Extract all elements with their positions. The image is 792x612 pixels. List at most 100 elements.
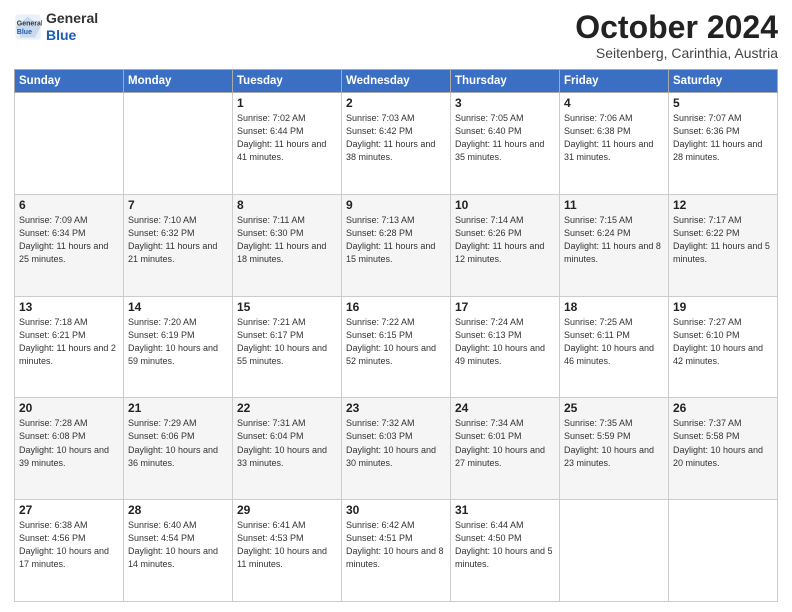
- day-cell: 30Sunrise: 6:42 AM Sunset: 4:51 PM Dayli…: [342, 500, 451, 602]
- day-number: 7: [128, 198, 228, 212]
- svg-text:Blue: Blue: [17, 29, 32, 36]
- logo-icon: General Blue: [14, 13, 42, 41]
- day-cell: 16 Sunrise: 7:22 AM Sunset: 6:15 PM Dayli…: [342, 296, 451, 398]
- day-number: 19: [673, 300, 773, 314]
- day-number: 24: [455, 401, 555, 415]
- calendar-body: 1 Sunrise: 7:02 AM Sunset: 6:44 PM Daylig…: [15, 93, 778, 602]
- col-header-sunday: Sunday: [15, 70, 124, 93]
- day-info: Sunrise: 7:24 AM Sunset: 6:13 PM Dayligh…: [455, 316, 555, 368]
- day-info: Sunrise: 7:10 AM Sunset: 6:32 PM Dayligh…: [128, 214, 228, 266]
- day-cell: 19 Sunrise: 7:27 AM Sunset: 6:10 PM Dayli…: [669, 296, 778, 398]
- day-cell: 12 Sunrise: 7:17 AM Sunset: 6:22 PM Dayli…: [669, 194, 778, 296]
- day-info: Sunrise: 7:27 AM Sunset: 6:10 PM Dayligh…: [673, 316, 773, 368]
- day-info: Sunrise: 7:17 AM Sunset: 6:22 PM Dayligh…: [673, 214, 773, 266]
- day-cell: 20 Sunrise: 7:28 AM Sunset: 6:08 PM Dayli…: [15, 398, 124, 500]
- col-header-wednesday: Wednesday: [342, 70, 451, 93]
- calendar-header: SundayMondayTuesdayWednesdayThursdayFrid…: [15, 70, 778, 93]
- col-header-friday: Friday: [560, 70, 669, 93]
- day-number: 31: [455, 503, 555, 517]
- title-block: October 2024 Seitenberg, Carinthia, Aust…: [575, 10, 778, 61]
- day-number: 22: [237, 401, 337, 415]
- day-info: Sunrise: 7:25 AM Sunset: 6:11 PM Dayligh…: [564, 316, 664, 368]
- location-subtitle: Seitenberg, Carinthia, Austria: [575, 45, 778, 61]
- day-cell: 31 Sunrise: 6:44 AM Sunset: 4:50 PM Dayli…: [451, 500, 560, 602]
- day-number: 20: [19, 401, 119, 415]
- day-cell: 4 Sunrise: 7:06 AM Sunset: 6:38 PM Daylig…: [560, 93, 669, 195]
- day-info: Sunrise: 7:22 AM Sunset: 6:15 PM Dayligh…: [346, 316, 446, 368]
- day-info: Sunrise: 7:13 AM Sunset: 6:28 PM Dayligh…: [346, 214, 446, 266]
- logo: General Blue General Blue: [14, 10, 98, 44]
- day-cell: 21Sunrise: 7:29 AM Sunset: 6:06 PM Dayli…: [124, 398, 233, 500]
- day-number: 10: [455, 198, 555, 212]
- day-info: Sunrise: 7:31 AM Sunset: 6:04 PM Dayligh…: [237, 417, 337, 469]
- day-number: 23: [346, 401, 446, 415]
- calendar-table: SundayMondayTuesdayWednesdayThursdayFrid…: [14, 69, 778, 602]
- day-cell: 10Sunrise: 7:14 AM Sunset: 6:26 PM Dayli…: [451, 194, 560, 296]
- day-number: 1: [237, 96, 337, 110]
- day-cell: 3Sunrise: 7:05 AM Sunset: 6:40 PM Daylig…: [451, 93, 560, 195]
- logo-line2: Blue: [46, 27, 98, 44]
- day-info: Sunrise: 7:34 AM Sunset: 6:01 PM Dayligh…: [455, 417, 555, 469]
- week-row-4: 20 Sunrise: 7:28 AM Sunset: 6:08 PM Dayli…: [15, 398, 778, 500]
- day-cell: 27 Sunrise: 6:38 AM Sunset: 4:56 PM Dayli…: [15, 500, 124, 602]
- day-info: Sunrise: 6:42 AM Sunset: 4:51 PM Dayligh…: [346, 519, 446, 571]
- col-header-monday: Monday: [124, 70, 233, 93]
- day-info: Sunrise: 7:32 AM Sunset: 6:03 PM Dayligh…: [346, 417, 446, 469]
- day-number: 17: [455, 300, 555, 314]
- day-number: 4: [564, 96, 664, 110]
- day-cell: 14 Sunrise: 7:20 AM Sunset: 6:19 PM Dayli…: [124, 296, 233, 398]
- day-cell: 13Sunrise: 7:18 AM Sunset: 6:21 PM Dayli…: [15, 296, 124, 398]
- day-cell: 18 Sunrise: 7:25 AM Sunset: 6:11 PM Dayli…: [560, 296, 669, 398]
- day-info: Sunrise: 7:28 AM Sunset: 6:08 PM Dayligh…: [19, 417, 119, 469]
- day-cell: 23 Sunrise: 7:32 AM Sunset: 6:03 PM Dayli…: [342, 398, 451, 500]
- day-info: Sunrise: 6:44 AM Sunset: 4:50 PM Dayligh…: [455, 519, 555, 571]
- day-cell: 9Sunrise: 7:13 AM Sunset: 6:28 PM Daylig…: [342, 194, 451, 296]
- day-number: 21: [128, 401, 228, 415]
- day-cell: 28Sunrise: 6:40 AM Sunset: 4:54 PM Dayli…: [124, 500, 233, 602]
- svg-text:General: General: [17, 20, 42, 27]
- day-cell: 8Sunrise: 7:11 AM Sunset: 6:30 PM Daylig…: [233, 194, 342, 296]
- day-cell: 15 Sunrise: 7:21 AM Sunset: 6:17 PM Dayli…: [233, 296, 342, 398]
- day-number: 15: [237, 300, 337, 314]
- day-number: 13: [19, 300, 119, 314]
- day-number: 18: [564, 300, 664, 314]
- day-cell: 24 Sunrise: 7:34 AM Sunset: 6:01 PM Dayli…: [451, 398, 560, 500]
- day-number: 2: [346, 96, 446, 110]
- day-info: Sunrise: 7:20 AM Sunset: 6:19 PM Dayligh…: [128, 316, 228, 368]
- day-cell: [669, 500, 778, 602]
- day-info: Sunrise: 7:02 AM Sunset: 6:44 PM Dayligh…: [237, 112, 337, 164]
- day-number: 14: [128, 300, 228, 314]
- day-number: 16: [346, 300, 446, 314]
- day-number: 12: [673, 198, 773, 212]
- day-info: Sunrise: 7:15 AM Sunset: 6:24 PM Dayligh…: [564, 214, 664, 266]
- col-header-thursday: Thursday: [451, 70, 560, 93]
- day-info: Sunrise: 6:38 AM Sunset: 4:56 PM Dayligh…: [19, 519, 119, 571]
- page: General Blue General Blue October 2024 S…: [0, 0, 792, 612]
- day-cell: [15, 93, 124, 195]
- day-number: 29: [237, 503, 337, 517]
- day-cell: 1 Sunrise: 7:02 AM Sunset: 6:44 PM Daylig…: [233, 93, 342, 195]
- day-info: Sunrise: 7:37 AM Sunset: 5:58 PM Dayligh…: [673, 417, 773, 469]
- header: General Blue General Blue October 2024 S…: [14, 10, 778, 61]
- day-number: 27: [19, 503, 119, 517]
- day-info: Sunrise: 7:09 AM Sunset: 6:34 PM Dayligh…: [19, 214, 119, 266]
- day-number: 26: [673, 401, 773, 415]
- day-info: Sunrise: 7:21 AM Sunset: 6:17 PM Dayligh…: [237, 316, 337, 368]
- day-cell: 2Sunrise: 7:03 AM Sunset: 6:42 PM Daylig…: [342, 93, 451, 195]
- day-cell: [560, 500, 669, 602]
- day-info: Sunrise: 7:06 AM Sunset: 6:38 PM Dayligh…: [564, 112, 664, 164]
- day-number: 8: [237, 198, 337, 212]
- day-info: Sunrise: 6:40 AM Sunset: 4:54 PM Dayligh…: [128, 519, 228, 571]
- day-cell: 7 Sunrise: 7:10 AM Sunset: 6:32 PM Daylig…: [124, 194, 233, 296]
- day-number: 3: [455, 96, 555, 110]
- day-number: 5: [673, 96, 773, 110]
- col-header-tuesday: Tuesday: [233, 70, 342, 93]
- day-info: Sunrise: 7:35 AM Sunset: 5:59 PM Dayligh…: [564, 417, 664, 469]
- day-number: 6: [19, 198, 119, 212]
- week-row-3: 13Sunrise: 7:18 AM Sunset: 6:21 PM Dayli…: [15, 296, 778, 398]
- day-cell: 5Sunrise: 7:07 AM Sunset: 6:36 PM Daylig…: [669, 93, 778, 195]
- day-number: 11: [564, 198, 664, 212]
- day-cell: [124, 93, 233, 195]
- col-header-saturday: Saturday: [669, 70, 778, 93]
- month-title: October 2024: [575, 10, 778, 45]
